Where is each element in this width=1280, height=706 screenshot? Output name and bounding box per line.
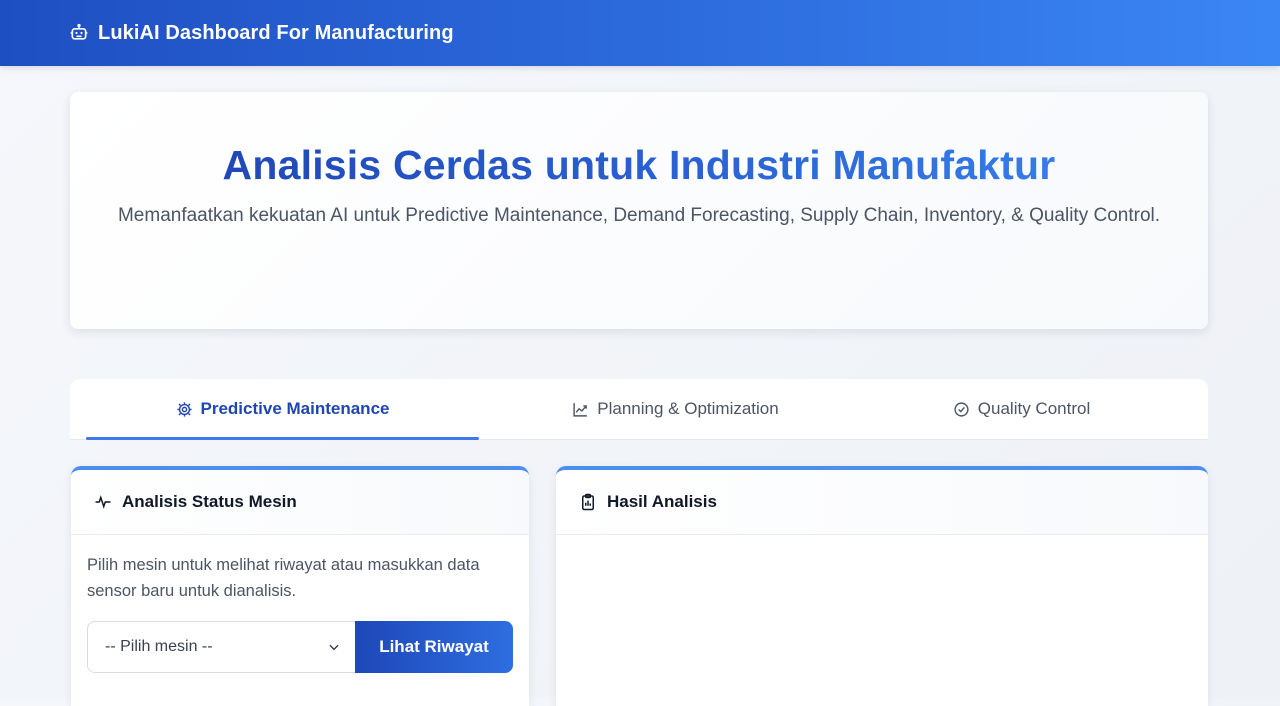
hero-subtitle: Memanfaatkan kekuatan AI untuk Predictiv… — [117, 205, 1161, 226]
machine-select[interactable]: -- Pilih mesin -- — [87, 621, 355, 673]
chart-line-icon — [572, 401, 589, 418]
check-circle-icon — [953, 401, 970, 418]
tab-predictive-maintenance[interactable]: Predictive Maintenance — [86, 379, 479, 439]
view-history-button[interactable]: Lihat Riwayat — [355, 621, 513, 673]
gear-icon — [176, 401, 193, 418]
card-header: Hasil Analisis — [556, 470, 1208, 535]
top-navbar: LukiAI Dashboard For Manufacturing — [0, 0, 1280, 66]
pulse-icon — [94, 493, 112, 511]
robot-icon — [69, 23, 89, 43]
card-description: Pilih mesin untuk melihat riwayat atau m… — [87, 556, 480, 600]
tab-label: Quality Control — [977, 399, 1091, 418]
tab-quality-control[interactable]: Quality Control — [825, 379, 1218, 439]
tab-planning-optimization[interactable]: Planning & Optimization — [479, 379, 872, 439]
tab-bar: Predictive Maintenance Planning & Optimi… — [70, 379, 1208, 440]
app-title: LukiAI Dashboard For Manufacturing — [98, 21, 454, 44]
result-content-area — [556, 535, 1208, 706]
select-value: -- Pilih mesin -- — [105, 638, 213, 655]
card-body: Pilih mesin untuk melihat riwayat atau m… — [71, 535, 529, 673]
tab-label: Planning & Optimization — [597, 399, 779, 418]
hero-title: Analisis Cerdas untuk Industri Manufaktu… — [70, 142, 1208, 189]
hero-card: Analisis Cerdas untuk Industri Manufaktu… — [70, 92, 1208, 329]
machine-status-card: Analisis Status Mesin Pilih mesin untuk … — [71, 466, 529, 706]
active-tab-indicator — [86, 437, 479, 440]
brand[interactable]: LukiAI Dashboard For Manufacturing — [69, 22, 454, 45]
chevron-down-icon — [327, 640, 341, 654]
card-title: Hasil Analisis — [607, 492, 717, 511]
tab-label: Predictive Maintenance — [200, 399, 390, 418]
card-title: Analisis Status Mesin — [122, 492, 297, 511]
analysis-result-card: Hasil Analisis — [556, 466, 1208, 706]
clipboard-chart-icon — [579, 493, 597, 511]
card-header: Analisis Status Mesin — [71, 470, 529, 535]
machine-controls: -- Pilih mesin -- Lihat Riwayat — [87, 621, 513, 673]
